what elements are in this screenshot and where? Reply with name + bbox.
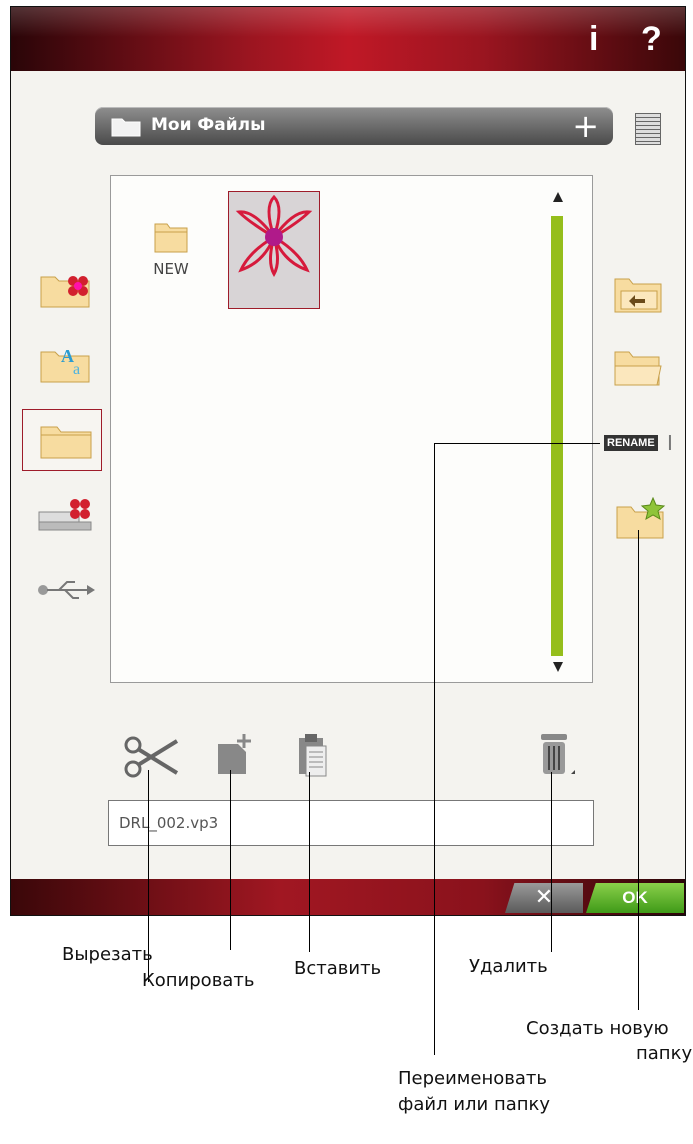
scrollbar[interactable] [551,216,563,656]
designs-folder-icon[interactable] [39,269,97,309]
callout-line-new-folder [638,530,639,1010]
rename-button[interactable]: RENAME [604,435,658,451]
bottom-bar: ✕ OK [11,879,685,915]
callout-rename-1: Переименовать [398,1068,547,1089]
scissors-icon[interactable] [123,735,179,779]
help-button[interactable]: ? [641,21,662,57]
top-bar-shine [11,7,685,37]
usb-icon[interactable] [37,575,97,605]
callout-cut: Вырезать [62,944,153,965]
file-browser: NEW [110,175,593,683]
top-bar: i ? [11,7,685,71]
open-folder-icon[interactable] [613,348,665,388]
text-cursor-icon: I [667,431,673,455]
folder-icon [111,118,141,137]
folder-title: Мои Файлы [151,115,266,135]
folder-icon [154,223,188,253]
fonts-folder-icon[interactable]: A a [39,342,97,384]
filename-field[interactable]: DRL_002.vp3 [108,800,594,846]
callout-rename-2: файл или папку [398,1094,551,1115]
trash-icon[interactable] [537,732,577,780]
copy-icon[interactable] [216,732,256,776]
paste-icon[interactable] [297,732,331,780]
scroll-down-arrow[interactable] [553,662,563,672]
folder-up-icon[interactable] [613,275,665,315]
callout-delete: Удалить [469,956,548,977]
add-button[interactable]: + [572,107,599,145]
flower-design-icon [235,194,313,277]
folder-new[interactable]: NEW [141,220,201,278]
callout-line-copy [230,770,231,950]
list-view-icon[interactable] [635,113,661,145]
callout-line-rename-v [434,443,435,1055]
my-files-folder-icon[interactable] [39,421,93,461]
new-folder-star-icon[interactable] [615,497,667,539]
callout-line-paste [309,772,310,952]
info-button[interactable]: i [589,21,598,57]
callout-new-folder-2: папку [636,1043,693,1064]
machine-folder-icon[interactable] [35,494,97,534]
folder-label: NEW [153,260,189,278]
scroll-up-arrow[interactable] [553,192,563,202]
callout-line-rename-h [434,443,600,444]
callout-paste: Вставить [294,958,382,979]
ok-button[interactable]: OK [586,883,684,913]
cancel-button[interactable]: ✕ [505,883,583,913]
design-file-thumbnail[interactable] [228,191,320,309]
callout-new-folder-1: Создать новую [526,1018,669,1039]
file-manager-screen: i ? Мои Файлы + A a NEW RENAME I DRL_002… [10,6,686,916]
folder-dropdown[interactable]: Мои Файлы + [95,107,613,145]
callout-line-delete [551,772,552,952]
svg-text:a: a [73,361,80,378]
callout-copy: Копировать [142,970,255,991]
